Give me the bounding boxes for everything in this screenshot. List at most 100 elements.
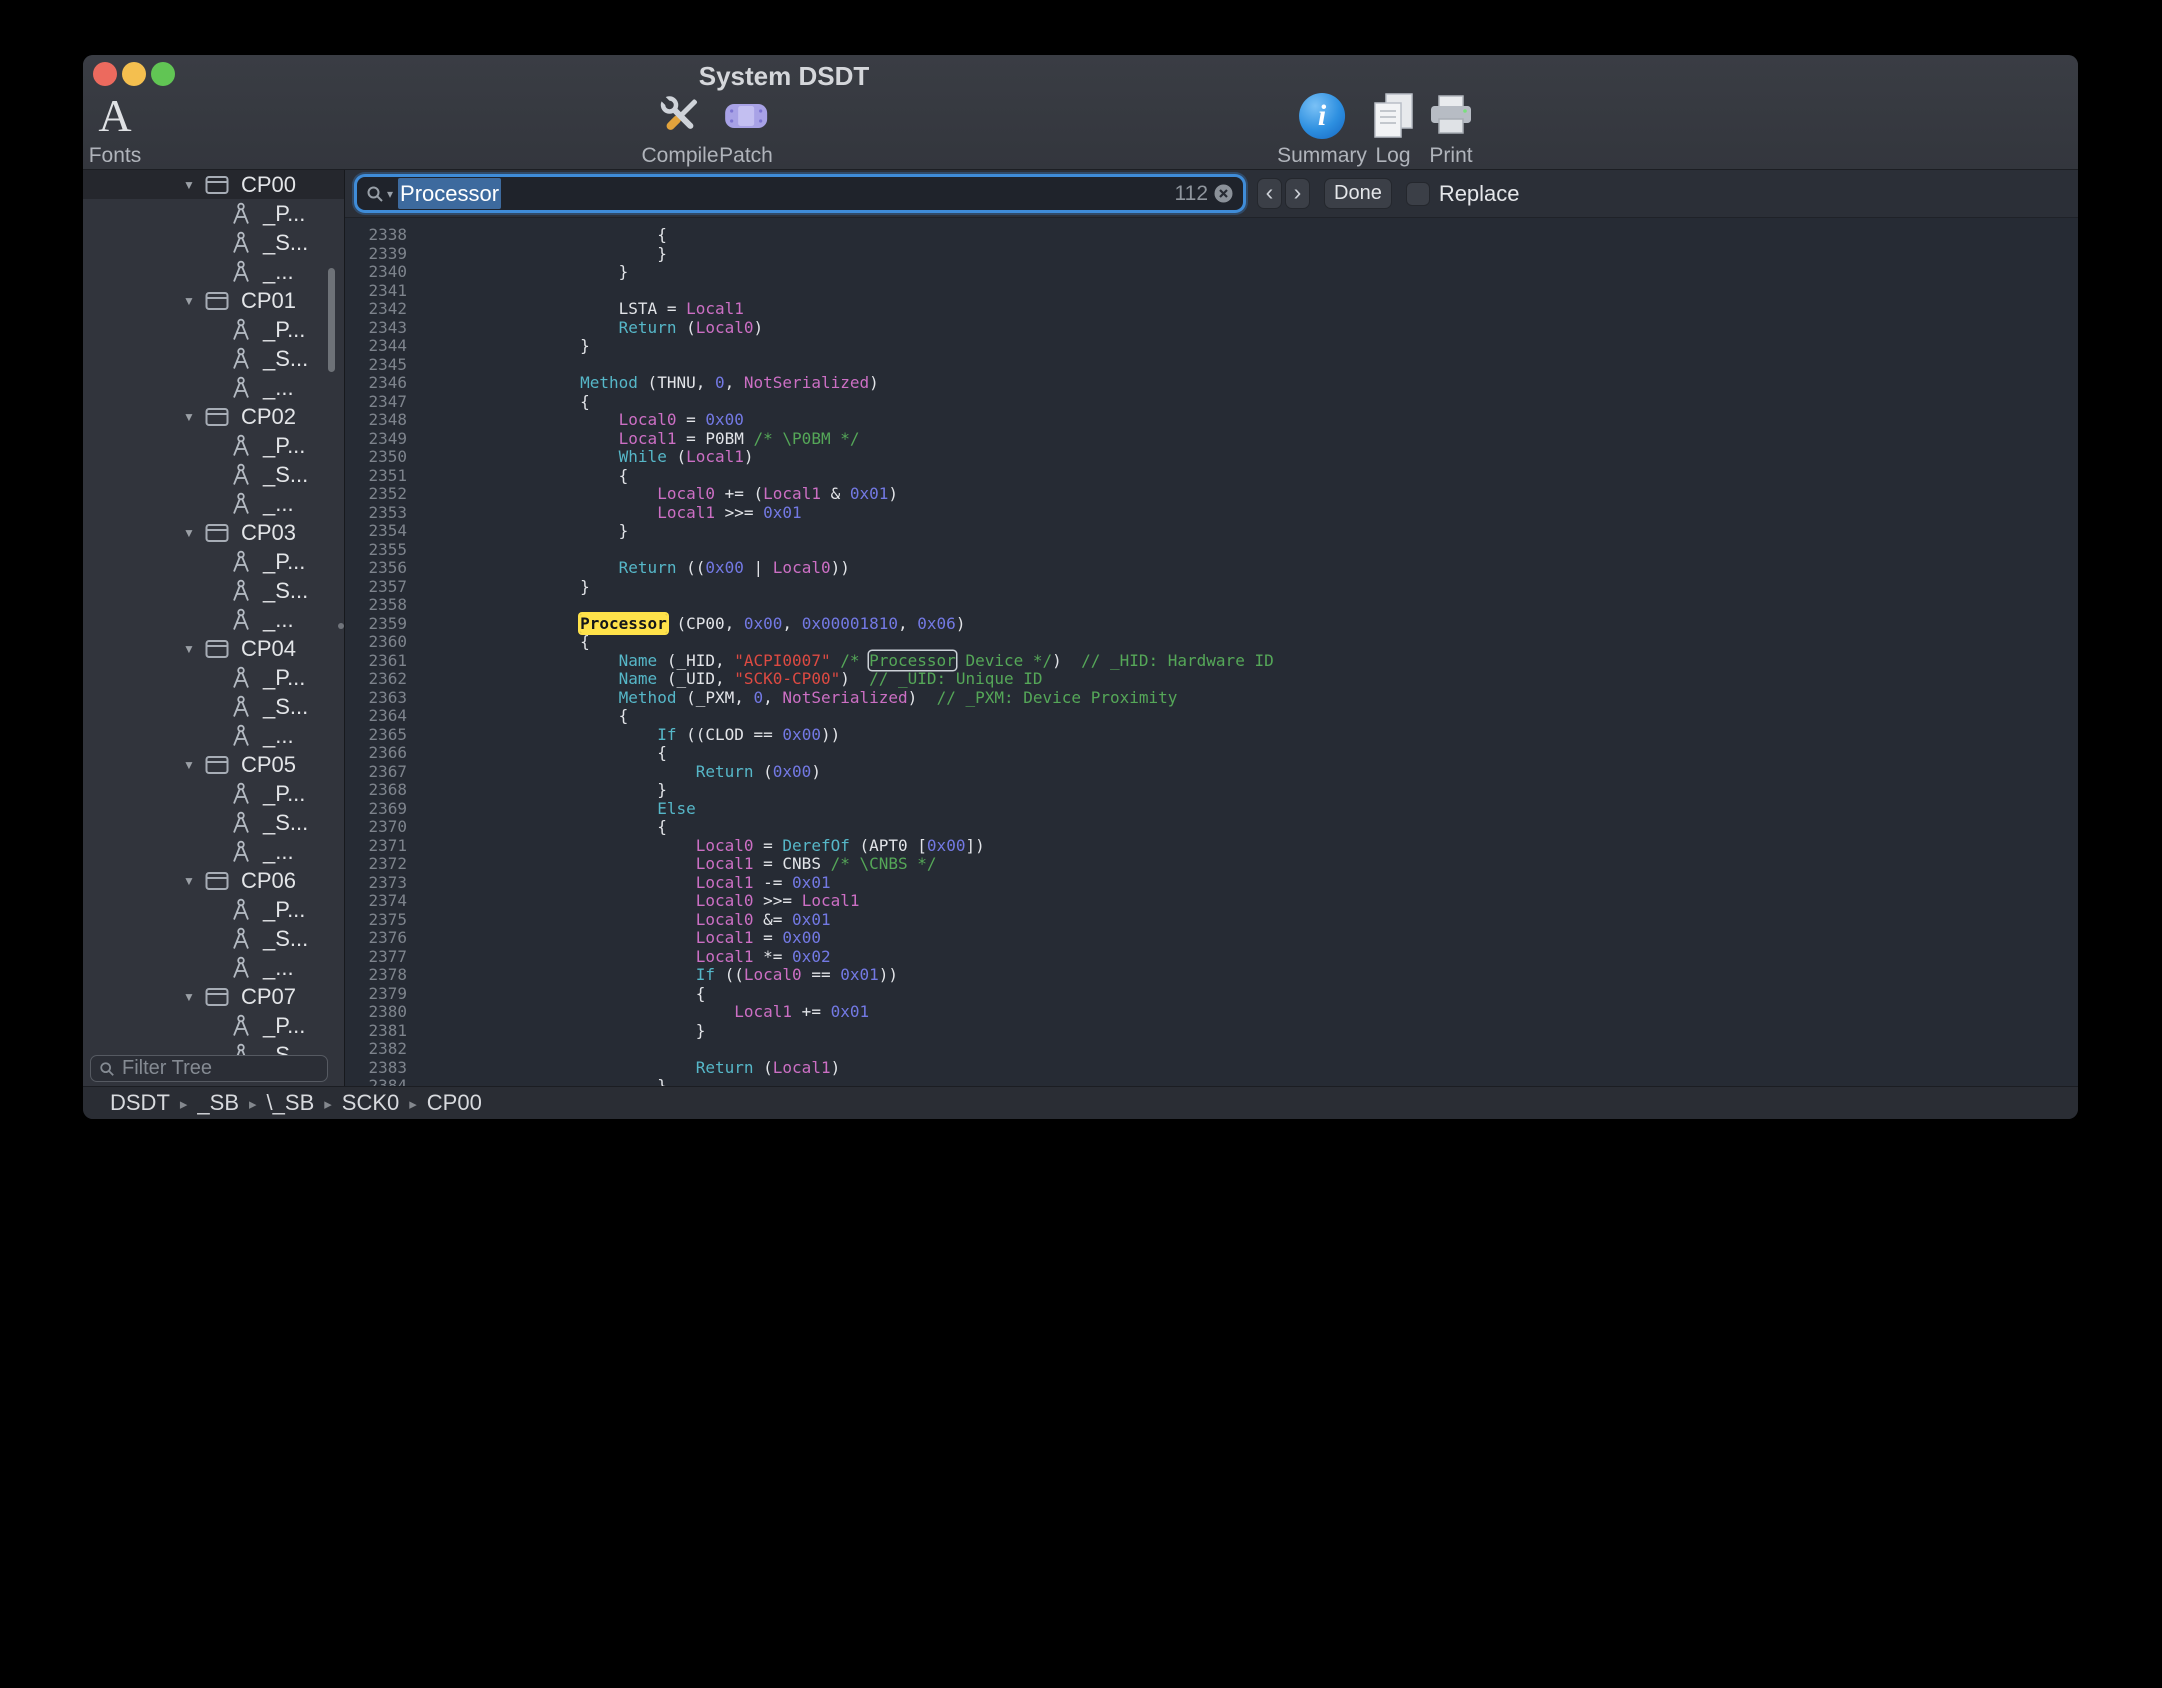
tree-item-_s[interactable]: _S... bbox=[83, 808, 344, 837]
disclosure-triangle-icon[interactable]: ▼ bbox=[183, 294, 199, 308]
tree-item-_s[interactable]: _S... bbox=[83, 924, 344, 953]
code-line: } bbox=[426, 337, 2078, 356]
line-number: 2352 bbox=[345, 485, 407, 504]
disclosure-triangle-icon[interactable]: ▼ bbox=[183, 990, 199, 1004]
breadcrumb-item[interactable]: \_SB bbox=[267, 1090, 315, 1116]
clear-search-button[interactable] bbox=[1213, 183, 1234, 204]
tree-item-_[interactable]: _... bbox=[83, 721, 344, 750]
code-editor[interactable]: 2338233923402341234223432344234523462347… bbox=[345, 218, 2078, 1086]
editor-pane: ▾ Processor 112 ‹ › Done bbox=[345, 170, 2078, 1086]
tree-item-_s[interactable]: _S... bbox=[83, 692, 344, 721]
line-number: 2366 bbox=[345, 744, 407, 763]
line-number: 2364 bbox=[345, 707, 407, 726]
compass-icon bbox=[231, 927, 251, 951]
minimize-button[interactable] bbox=[122, 62, 146, 86]
tree-item-_[interactable]: _... bbox=[83, 605, 344, 634]
code-content[interactable]: { } } LSTA = Local1 Return (Local0) } Me… bbox=[413, 218, 2078, 1086]
code-line: { bbox=[426, 707, 2078, 726]
tree-item-_[interactable]: _... bbox=[83, 489, 344, 518]
tree-item-cp01[interactable]: ▼CP01 bbox=[83, 286, 344, 315]
disclosure-triangle-icon[interactable]: ▼ bbox=[183, 410, 199, 424]
line-number: 2382 bbox=[345, 1040, 407, 1059]
summary-label: Summary bbox=[1277, 144, 1367, 168]
tree-item-_p[interactable]: _P... bbox=[83, 779, 344, 808]
code-line: } bbox=[426, 245, 2078, 264]
tree-item-label: _S... bbox=[263, 230, 308, 256]
tree-item-_p[interactable]: _P... bbox=[83, 315, 344, 344]
compile-button[interactable]: Compile bbox=[641, 90, 718, 168]
tree-item-cp06[interactable]: ▼CP06 bbox=[83, 866, 344, 895]
tree-item-_p[interactable]: _P... bbox=[83, 431, 344, 460]
filter-tree-input[interactable] bbox=[122, 1057, 319, 1080]
zoom-button[interactable] bbox=[151, 62, 175, 86]
tree-item-_[interactable]: _... bbox=[83, 257, 344, 286]
code-line: Local1 = 0x00 bbox=[426, 929, 2078, 948]
code-line: Local0 += (Local1 & 0x01) bbox=[426, 485, 2078, 504]
tree-item-_[interactable]: _... bbox=[83, 837, 344, 866]
disclosure-triangle-icon[interactable]: ▼ bbox=[183, 874, 199, 888]
line-number: 2375 bbox=[345, 911, 407, 930]
splitter-handle-icon[interactable] bbox=[338, 623, 344, 629]
tree-item-_s[interactable]: _S... bbox=[83, 228, 344, 257]
previous-match-button[interactable]: ‹ bbox=[1257, 178, 1282, 209]
line-number: 2357 bbox=[345, 578, 407, 597]
code-line: { bbox=[426, 467, 2078, 486]
code-line: Local1 >>= 0x01 bbox=[426, 504, 2078, 523]
sidebar-scrollbar[interactable] bbox=[328, 268, 335, 372]
log-button[interactable]: Log bbox=[1370, 90, 1416, 168]
breadcrumb-item[interactable]: _SB bbox=[197, 1090, 239, 1116]
tree-item-_s[interactable]: _S... bbox=[83, 344, 344, 373]
breadcrumb-item[interactable]: DSDT bbox=[110, 1090, 170, 1116]
disclosure-triangle-icon[interactable]: ▼ bbox=[183, 178, 199, 192]
match-count: 112 bbox=[1175, 182, 1208, 206]
code-line: { bbox=[426, 985, 2078, 1004]
tree-item-_p[interactable]: _P... bbox=[83, 663, 344, 692]
tree-item-_s[interactable]: _S... bbox=[83, 576, 344, 605]
tree-item-cp00[interactable]: ▼CP00 bbox=[83, 170, 344, 199]
code-line: } bbox=[426, 781, 2078, 800]
breadcrumb-item[interactable]: SCK0 bbox=[342, 1090, 399, 1116]
tree-item-label: _... bbox=[263, 491, 294, 517]
tree-item-cp04[interactable]: ▼CP04 bbox=[83, 634, 344, 663]
done-button[interactable]: Done bbox=[1324, 178, 1392, 209]
search-input[interactable]: Processor bbox=[398, 178, 501, 209]
tree-item-_s[interactable]: _S... bbox=[83, 460, 344, 489]
line-number: 2384 bbox=[345, 1077, 407, 1086]
sidebar-splitter[interactable] bbox=[344, 170, 345, 1086]
tree-item-_p[interactable]: _P... bbox=[83, 895, 344, 924]
tree-item-_p[interactable]: _P... bbox=[83, 199, 344, 228]
tree-item-cp03[interactable]: ▼CP03 bbox=[83, 518, 344, 547]
line-number: 2343 bbox=[345, 319, 407, 338]
close-button[interactable] bbox=[93, 62, 117, 86]
tree-item-_p[interactable]: _P... bbox=[83, 1011, 344, 1040]
line-number: 2339 bbox=[345, 245, 407, 264]
print-button[interactable]: Print bbox=[1426, 90, 1476, 168]
tree-item-_p[interactable]: _P... bbox=[83, 547, 344, 576]
disclosure-triangle-icon[interactable]: ▼ bbox=[183, 758, 199, 772]
disclosure-triangle-icon[interactable]: ▼ bbox=[183, 642, 199, 656]
tree-item-cp05[interactable]: ▼CP05 bbox=[83, 750, 344, 779]
tree-item-_[interactable]: _... bbox=[83, 953, 344, 982]
scope-icon bbox=[205, 175, 229, 195]
search-field[interactable]: ▾ Processor 112 bbox=[357, 177, 1243, 210]
filter-tree-field[interactable] bbox=[90, 1055, 328, 1082]
compile-label: Compile bbox=[641, 144, 718, 168]
tree-item-cp07[interactable]: ▼CP07 bbox=[83, 982, 344, 1011]
line-number: 2380 bbox=[345, 1003, 407, 1022]
next-match-button[interactable]: › bbox=[1285, 178, 1310, 209]
fonts-button[interactable]: A Fonts bbox=[89, 90, 142, 168]
sidebar-tree: ▼CP00_P..._S..._...▼CP01_P..._S..._...▼C… bbox=[83, 170, 344, 1058]
replace-checkbox[interactable] bbox=[1406, 182, 1430, 206]
code-line: If ((CLOD == 0x00)) bbox=[426, 726, 2078, 745]
line-number: 2344 bbox=[345, 337, 407, 356]
titlebar[interactable]: System DSDT A Fonts Comp bbox=[83, 55, 2078, 170]
patch-icon bbox=[723, 97, 769, 135]
disclosure-triangle-icon[interactable]: ▼ bbox=[183, 526, 199, 540]
compass-icon bbox=[231, 347, 251, 371]
tree-item-_[interactable]: _... bbox=[83, 373, 344, 402]
patch-button[interactable]: Patch bbox=[719, 90, 773, 168]
search-options-chevron-icon[interactable]: ▾ bbox=[387, 187, 393, 201]
tree-item-cp02[interactable]: ▼CP02 bbox=[83, 402, 344, 431]
summary-button[interactable]: i Summary bbox=[1277, 90, 1367, 168]
breadcrumb-item[interactable]: CP00 bbox=[427, 1090, 482, 1116]
